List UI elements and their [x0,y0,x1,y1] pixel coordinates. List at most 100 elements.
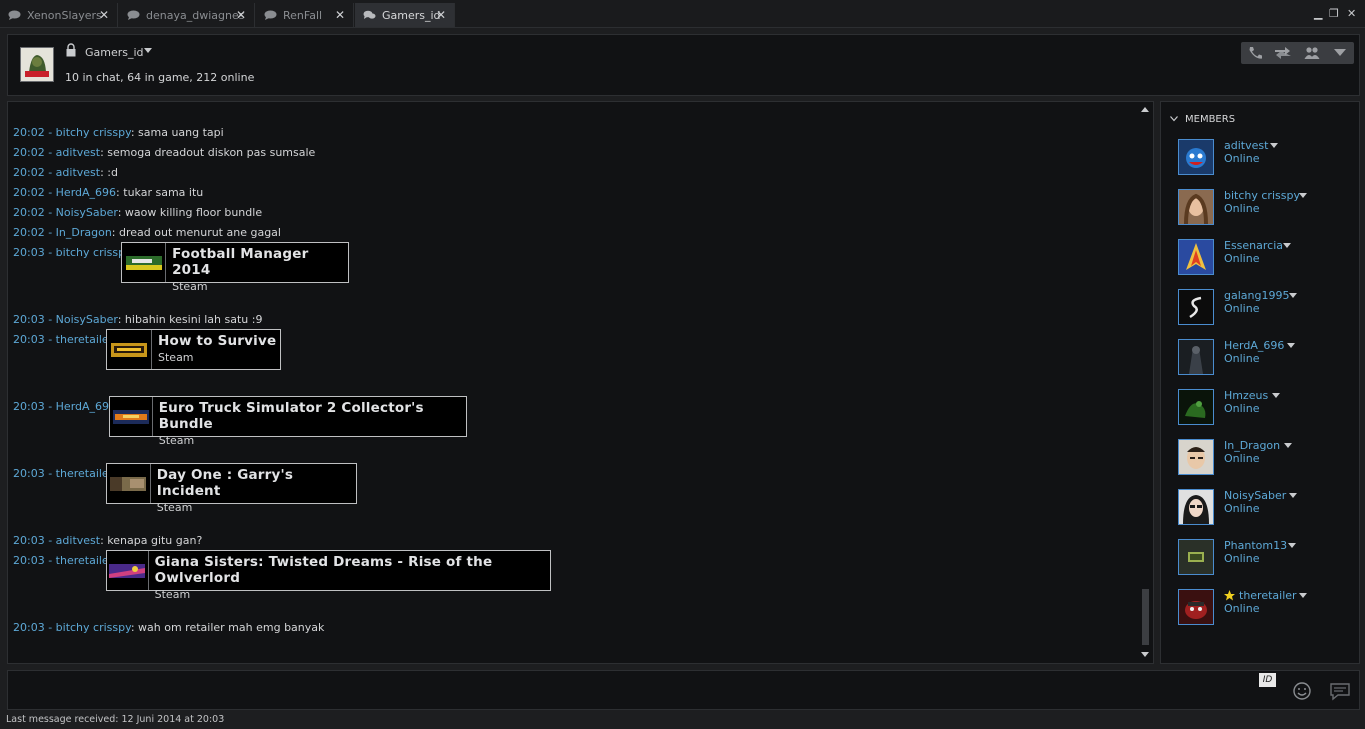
message-meta[interactable]: 20:03 - bitchy crisspy [13,246,131,259]
avatar[interactable] [1178,489,1214,525]
message-meta[interactable]: 20:03 - bitchy crisspy [13,621,131,634]
chat-log[interactable]: 20:02 - bitchy crisspy: sama uang tapi 2… [7,101,1154,664]
how-to-survive-thumbnail [111,342,147,357]
scrollbar-thumb[interactable] [1142,589,1149,645]
member-name[interactable]: HerdA_696 [1224,339,1284,352]
member-name[interactable]: bitchy crisspy [1224,189,1300,202]
invite-button[interactable] [1269,42,1297,64]
member-aditvest[interactable]: aditvest Online [1178,139,1358,175]
chevron-down-icon[interactable] [1299,593,1307,598]
game-thumbnail [122,243,167,282]
member-herda-696[interactable]: HerdA_696 Online [1178,339,1358,375]
game-link-card[interactable]: Day One : Garry's Incident Steam [106,463,357,514]
group-avatar-image [21,48,53,81]
chat-message: 20:02 - HerdA_696: tukar sama itu [13,186,203,199]
member-name[interactable]: galang1995 [1224,289,1289,302]
member-name[interactable]: aditvest [1224,139,1268,152]
close-icon[interactable]: ✕ [236,8,246,22]
chevron-down-icon[interactable] [1289,293,1297,298]
member-status: Online [1224,202,1260,215]
game-link-card[interactable]: Euro Truck Simulator 2 Collector's Bundl… [109,396,467,447]
game-link-card[interactable]: How to Survive Steam [106,329,281,370]
message-meta[interactable]: 20:03 - aditvest [13,534,100,547]
message-meta[interactable]: 20:02 - In_Dragon [13,226,112,239]
message-meta[interactable]: 20:03 - theretailer [13,554,113,567]
close-icon[interactable]: ✕ [99,8,109,22]
close-icon[interactable]: ✕ [335,8,345,22]
member-hmzeus[interactable]: Hmzeus Online [1178,389,1358,425]
member-name[interactable]: NoisySaber [1224,489,1286,502]
member-in-dragon[interactable]: In_Dragon Online [1178,439,1358,475]
message-meta[interactable]: 20:02 - aditvest [13,146,100,159]
game-source: Steam [154,588,191,601]
tab-gamers-id[interactable]: Gamers_id ✕ [355,3,455,27]
message-meta[interactable]: 20:02 - HerdA_696 [13,186,116,199]
member-theretailer[interactable]: theretailer Online [1178,589,1358,625]
chevron-down-icon[interactable] [1272,393,1280,398]
chevron-down-icon[interactable] [1289,493,1297,498]
chat-message: 20:03 - bitchy crisspy: [13,246,135,259]
chevron-down-icon[interactable] [1288,543,1296,548]
emoticon-icon[interactable] [1292,681,1312,701]
message-meta[interactable]: 20:03 - theretailer [13,333,113,346]
scroll-up-icon[interactable] [1141,107,1149,112]
member-name[interactable]: Hmzeus [1224,389,1268,402]
tab-denaya-dwiagnes[interactable]: denaya_dwiagnes ✕ [119,3,255,27]
avatar[interactable] [1178,439,1214,475]
send-message-icon[interactable] [1328,681,1352,701]
tab-bar: XenonSlayers ✕ denaya_dwiagnes ✕ RenFall… [0,0,1365,28]
chevron-down-icon[interactable] [144,48,152,53]
avatar[interactable] [1178,589,1214,625]
avatar[interactable] [1178,189,1214,225]
member-name[interactable]: theretailer [1239,589,1297,602]
group-name[interactable]: Gamers_id [85,46,144,59]
member-phantom13[interactable]: Phantom13 Online [1178,539,1358,575]
chevron-down-icon[interactable] [1299,193,1307,198]
more-options-button[interactable] [1326,42,1354,64]
chevron-down-icon[interactable] [1270,143,1278,148]
message-meta[interactable]: 20:02 - bitchy crisspy [13,126,131,139]
message-meta[interactable]: 20:03 - HerdA_696 [13,400,116,413]
close-icon[interactable]: ✕ [436,8,446,22]
member-essenarcia[interactable]: Essenarcia Online [1178,239,1358,275]
avatar[interactable] [1178,539,1214,575]
member-status: Online [1224,452,1260,465]
message-meta[interactable]: 20:03 - NoisySaber [13,313,118,326]
member-name[interactable]: Phantom13 [1224,539,1287,552]
chat-message: 20:03 - aditvest: kenapa gitu gan? [13,534,202,547]
scrollbar-track[interactable] [1142,115,1149,654]
avatar[interactable] [1178,289,1214,325]
member-name[interactable]: In_Dragon [1224,439,1280,452]
member-name[interactable]: Essenarcia [1224,239,1283,252]
scroll-down-icon[interactable] [1141,652,1149,657]
tab-xenonslayers[interactable]: XenonSlayers ✕ [0,3,118,27]
member-noisysaber[interactable]: NoisySaber Online [1178,489,1358,525]
avatar[interactable] [1178,239,1214,275]
chevron-down-icon[interactable] [1287,343,1295,348]
group-avatar[interactable] [20,47,54,82]
members-title: MEMBERS [1185,114,1236,125]
message-meta[interactable]: 20:02 - NoisySaber [13,206,118,219]
chevron-down-icon[interactable] [1284,443,1292,448]
ime-language-badge[interactable]: ID [1259,673,1276,687]
voice-call-button[interactable] [1241,42,1269,64]
game-thumbnail [107,551,149,590]
game-link-card[interactable]: Giana Sisters: Twisted Dreams - Rise of … [106,550,551,601]
collapse-chevron-icon[interactable] [1170,116,1178,122]
member-bitchy-crisspy[interactable]: bitchy crisspy Online [1178,189,1358,225]
message-meta[interactable]: 20:03 - theretailer [13,467,113,480]
message-input[interactable] [8,671,1248,709]
restore-icon[interactable]: ❐ [1329,7,1339,20]
member-status: Online [1224,502,1260,515]
avatar[interactable] [1178,339,1214,375]
message-meta[interactable]: 20:02 - aditvest [13,166,100,179]
minimize-icon[interactable]: ▁ [1314,7,1322,20]
members-button[interactable] [1298,42,1326,64]
avatar[interactable] [1178,139,1214,175]
game-link-card[interactable]: Football Manager 2014 Steam [121,242,349,293]
window-close-icon[interactable]: ✕ [1347,7,1356,20]
avatar[interactable] [1178,389,1214,425]
member-galang1995[interactable]: galang1995 Online [1178,289,1358,325]
tab-renfall[interactable]: RenFall ✕ [256,3,354,27]
chevron-down-icon[interactable] [1283,243,1291,248]
